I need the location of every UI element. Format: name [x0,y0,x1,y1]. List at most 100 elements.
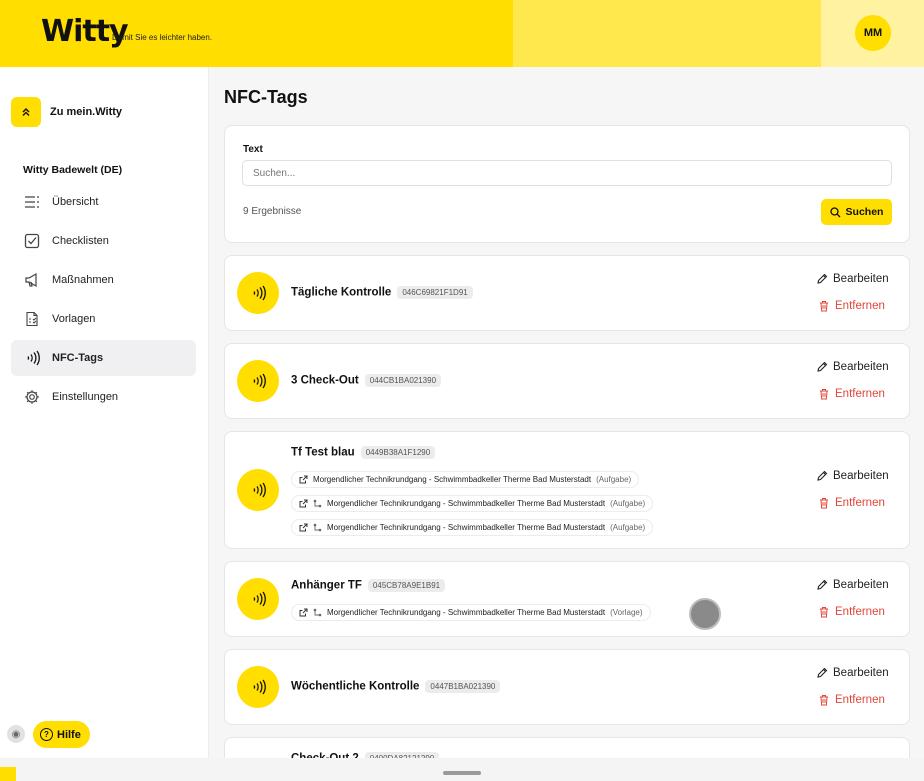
checkbox-icon [23,233,40,250]
remove-button[interactable]: Entfernen [819,388,885,400]
tag-title: Tf Test blau 0449B38A1F1290 [291,446,436,459]
nfc-tag-card[interactable]: Tägliche Kontrolle 046C69821F1D91 Bearbei… [224,255,910,331]
sidebar-item-uebersicht[interactable]: Übersicht [11,184,196,220]
megaphone-icon [23,272,40,289]
nfc-icon [237,578,279,620]
remove-label: Entfernen [835,388,885,400]
tag-name: Tf Test blau [291,446,355,459]
question-icon: ? [40,728,53,741]
trash-icon [820,498,828,509]
pencil-icon [817,361,828,372]
sidebar-item-label: NFC-Tags [52,352,104,364]
app-header: Witty Damit Sie es leichter haben. MM [0,0,924,67]
tag-title: Anhänger TF 045CB78A9E1B91 [291,579,446,592]
search-button-label: Suchen [845,206,884,218]
link-text: Morgendlicher Technikrundgang - Schwimmb… [327,608,606,617]
back-to-mywitty-button[interactable] [11,97,41,127]
sidebar-item-label: Maßnahmen [52,274,114,286]
trash-icon [820,607,828,618]
edit-button[interactable]: Bearbeiten [816,470,889,482]
tag-title: 3 Check-Out 044CB1BA021390 [291,374,442,387]
search-icon [829,206,840,217]
sidebar-item-checklisten[interactable]: Checklisten [11,223,196,259]
tag-title: Tägliche Kontrolle 046C69821F1D91 [291,286,473,299]
sidebar-item-massnahmen[interactable]: Maßnahmen [11,262,196,298]
header-band [513,0,821,67]
remove-button[interactable]: Entfernen [819,694,885,706]
edit-label: Bearbeiten [833,667,889,679]
link-kind: (Aufgabe) [610,499,646,508]
edit-button[interactable]: Bearbeiten [816,579,889,591]
sidebar-item-nfc-tags[interactable]: NFC-Tags [11,340,196,376]
nfc-tag-card[interactable]: Tf Test blau 0449B38A1F1290 Morgendlicher… [224,431,910,549]
linked-task-chip[interactable]: Morgendlicher Technikrundgang - Schwimmb… [291,495,654,512]
user-avatar[interactable]: MM [855,15,891,51]
list-icon [23,194,40,211]
trash-icon [820,301,828,312]
nfc-tag-card[interactable]: Wöchentliche Kontrolle 0447B1BA021390 Bea… [224,649,910,725]
sidebar-item-label: Übersicht [52,196,99,208]
edit-label: Bearbeiten [833,273,889,285]
gear-icon [23,389,40,406]
remove-button[interactable]: Entfernen [819,497,885,509]
nfc-icon [237,360,279,402]
nfc-icon [23,350,40,367]
results-count: 9 Ergebnisse [243,206,302,217]
link-kind: (Aufgabe) [596,475,632,484]
tag-id-badge: 0449B38A1F1290 [360,446,436,459]
drag-handle[interactable] [443,771,481,775]
nfc-icon [237,666,279,708]
coin-icon[interactable]: ◉ [7,725,25,743]
pencil-icon [817,579,828,590]
link-text: Morgendlicher Technikrundgang - Schwimmb… [327,499,606,508]
witty-logo[interactable]: Witty [41,14,129,49]
hierarchy-icon [313,523,322,532]
edit-button[interactable]: Bearbeiten [816,273,889,285]
linked-task-chip[interactable]: Morgendlicher Technikrundgang - Schwimmb… [291,519,654,536]
remove-label: Entfernen [835,497,885,509]
edit-button[interactable]: Bearbeiten [816,361,889,373]
linked-task-chip[interactable]: Morgendlicher Technikrundgang - Schwimmb… [291,471,640,488]
remove-button[interactable]: Entfernen [819,606,885,618]
nfc-icon [237,469,279,511]
tag-id-badge: 045CB78A9E1B91 [367,579,446,592]
linked-template-chip[interactable]: Morgendlicher Technikrundgang - Schwimmb… [291,604,651,621]
external-link-icon [299,475,308,484]
hierarchy-icon [313,608,322,617]
nfc-tag-card[interactable]: 3 Check-Out 044CB1BA021390 Bearbeiten Ent… [224,343,910,419]
chevrons-up-icon [22,108,30,116]
tag-id-badge: 044CB1BA021390 [364,374,442,387]
bottom-bar [0,758,924,781]
search-button[interactable]: Suchen [821,199,892,225]
help-button[interactable]: ? Hilfe [33,721,90,748]
hierarchy-icon [313,499,322,508]
trash-icon [820,695,828,706]
help-label: Hilfe [57,728,81,741]
edit-label: Bearbeiten [833,579,889,591]
link-kind: (Aufgabe) [610,523,646,532]
nfc-tag-card[interactable]: Anhänger TF 045CB78A9E1B91 Morgendlicher … [224,561,910,637]
back-to-mywitty-label[interactable]: Zu mein.Witty [50,106,122,118]
bottom-corner-marker [0,767,16,781]
touch-cursor [689,598,721,630]
sidebar-item-label: Vorlagen [52,313,96,325]
search-input[interactable] [242,160,892,186]
external-link-icon [299,499,308,508]
edit-label: Bearbeiten [833,470,889,482]
pencil-icon [817,470,828,481]
pencil-icon [817,273,828,284]
tag-name: Tägliche Kontrolle [291,286,392,299]
search-label: Text [243,144,263,155]
tag-name: 3 Check-Out [291,374,359,387]
edit-button[interactable]: Bearbeiten [816,667,889,679]
tag-name: Wöchentliche Kontrolle [291,680,420,693]
remove-button[interactable]: Entfernen [819,300,885,312]
sidebar-item-vorlagen[interactable]: Vorlagen [11,301,196,337]
link-text: Morgendlicher Technikrundgang - Schwimmb… [313,475,592,484]
remove-label: Entfernen [835,300,885,312]
link-kind: (Vorlage) [610,608,643,617]
sidebar-item-einstellungen[interactable]: Einstellungen [11,379,196,415]
page-title: NFC-Tags [224,87,308,107]
tagline: Damit Sie es leichter haben. [112,33,213,42]
external-link-icon [299,523,308,532]
